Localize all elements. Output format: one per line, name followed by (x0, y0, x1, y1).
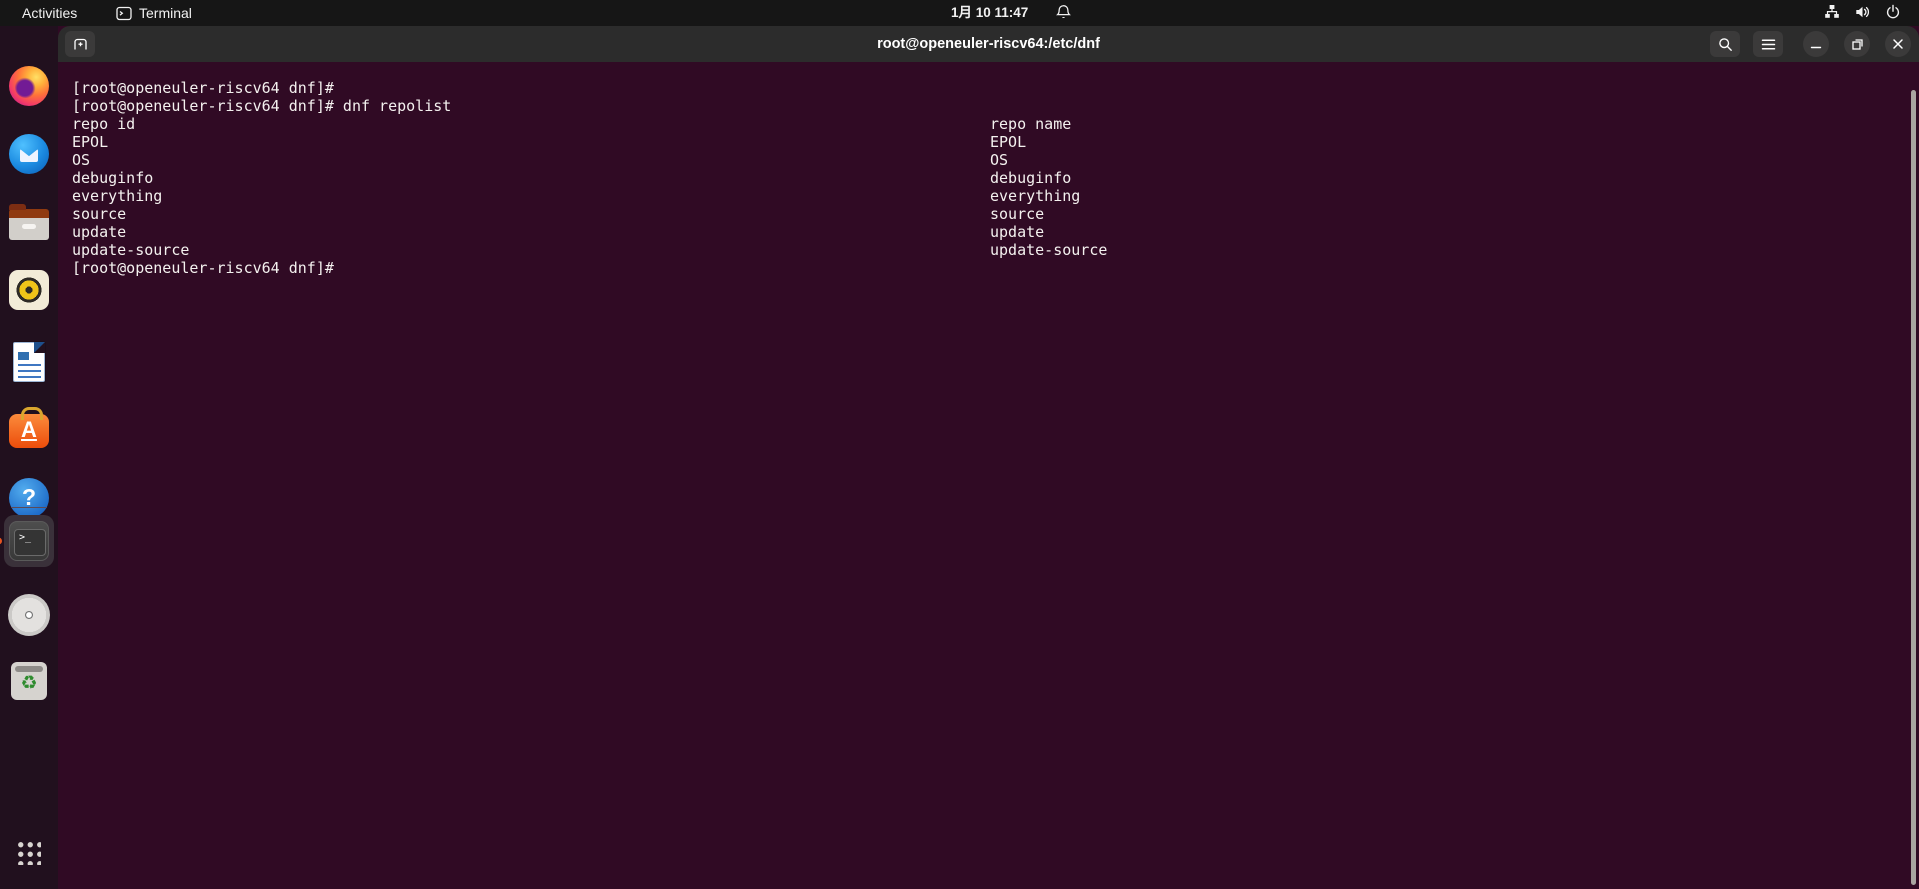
terminal-icon (9, 521, 49, 561)
dock (0, 26, 58, 889)
terminal-prompt-line: [root@openeuler-riscv64 dnf]# (72, 259, 1919, 277)
dock-item-app-center[interactable] (7, 406, 51, 450)
help-icon (9, 478, 49, 518)
volume-icon (1854, 4, 1871, 23)
repo-row: everythingeverything (72, 187, 1919, 205)
running-indicator-dot (0, 538, 2, 545)
files-folder-icon (9, 209, 49, 240)
clock[interactable]: 1月 10 11:47 (951, 0, 1028, 26)
dock-item-writer[interactable] (7, 340, 51, 384)
repo-row: update-sourceupdate-source (72, 241, 1919, 259)
hamburger-menu-button[interactable] (1753, 31, 1783, 57)
command-text: dnf repolist (343, 97, 451, 115)
close-button[interactable] (1885, 31, 1911, 57)
restore-button[interactable] (1844, 31, 1870, 57)
rhythmbox-speaker-icon (9, 270, 49, 310)
window-title: root@openeuler-riscv64:/etc/dnf (58, 26, 1919, 62)
terminal-scrollbar[interactable] (1911, 90, 1916, 885)
terminal-line: [root@openeuler-riscv64 dnf]# (72, 79, 1919, 97)
search-button[interactable] (1710, 31, 1740, 57)
dock-item-disc[interactable] (7, 593, 51, 637)
repolist-header-row: repo idrepo name (72, 115, 1919, 133)
trash-icon (11, 662, 47, 700)
app-center-icon (9, 414, 49, 448)
repo-row: debuginfodebuginfo (72, 169, 1919, 187)
show-apps-button[interactable] (7, 831, 51, 875)
dock-item-help[interactable] (7, 476, 51, 520)
dock-divider (11, 507, 47, 508)
terminal-content[interactable]: [root@openeuler-riscv64 dnf]# [root@open… (58, 62, 1919, 889)
focused-app-menu[interactable]: Terminal (116, 0, 192, 26)
activities-button[interactable]: Activities (18, 0, 81, 26)
minimize-button[interactable] (1803, 31, 1829, 57)
repo-row: OSOS (72, 151, 1919, 169)
terminal-command-line: [root@openeuler-riscv64 dnf]#dnf repolis… (72, 97, 1919, 115)
repo-row: sourcesource (72, 205, 1919, 223)
app-grid-icon (17, 841, 41, 865)
notification-bell-icon[interactable] (1055, 4, 1072, 24)
network-icon (1824, 4, 1840, 22)
terminal-app-icon (116, 6, 132, 21)
repo-row: EPOLEPOL (72, 133, 1919, 151)
power-icon (1885, 4, 1901, 23)
system-status-area[interactable] (1824, 0, 1901, 26)
top-bar: Activities Terminal 1月 10 11:47 (0, 0, 1919, 26)
repo-row: updateupdate (72, 223, 1919, 241)
dock-item-rhythmbox[interactable] (7, 268, 51, 312)
libreoffice-writer-icon (13, 342, 45, 382)
dock-item-terminal[interactable] (4, 515, 54, 567)
focused-app-label: Terminal (139, 0, 192, 26)
dock-item-thunderbird[interactable] (7, 132, 51, 176)
firefox-icon (9, 66, 49, 106)
terminal-window: root@openeuler-riscv64:/etc/dnf [root@op… (58, 26, 1919, 889)
dock-item-trash[interactable] (7, 659, 51, 703)
dock-item-firefox[interactable] (7, 64, 51, 108)
terminal-headerbar[interactable]: root@openeuler-riscv64:/etc/dnf (58, 26, 1919, 62)
disc-icon (8, 594, 50, 636)
dock-item-files[interactable] (7, 202, 51, 246)
thunderbird-icon (9, 134, 49, 174)
